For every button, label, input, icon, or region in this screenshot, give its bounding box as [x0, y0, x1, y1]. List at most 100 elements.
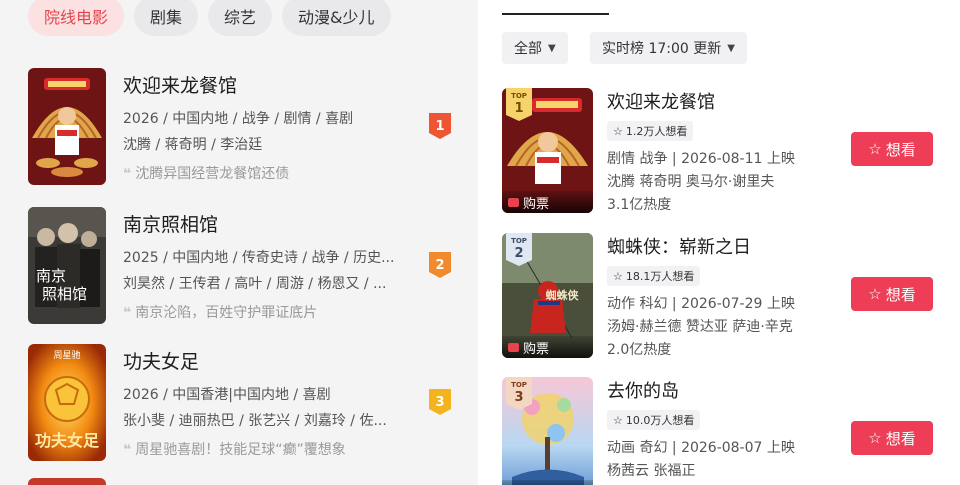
movie-list-item[interactable]: 欢迎来龙餐馆 2026 / 中国内地 / 战争 / 剧情 / 喜剧 沈腾 / 蒋…: [28, 68, 468, 186]
ranking-list-item[interactable]: TOP 3 购票 去你的岛 ☆ 10.0万人想看 动画 奇幻 | 2026-08…: [502, 377, 952, 485]
want-button-label: 想看: [885, 429, 916, 448]
buy-label: 购票: [523, 341, 550, 357]
category-tabs: 院线电影 剧集 综艺 动漫&少儿: [28, 0, 391, 40]
movie-tagline: ❝ 南京沦陷，百姓守护罪证底片: [123, 302, 317, 322]
movie-tagline: ❝ 沈腾异国经营龙餐馆还债: [123, 163, 289, 183]
filter-realtime-dropdown[interactable]: 实时榜 17:00 更新 ▼: [590, 32, 747, 64]
top-label: TOP: [511, 237, 527, 245]
movie-meta: 2025 / 中国内地 / 传奇史诗 / 战争 / 历史...: [123, 250, 395, 266]
want-count: 1.2万人想看: [625, 125, 688, 138]
rank-badge: 3: [428, 388, 452, 416]
movie-cast: 杨茜云 张福正: [607, 463, 696, 479]
left-panel-hot-list: 院线电影 剧集 综艺 动漫&少儿 欢迎来龙餐馆 2026 / 中国内地 / 战争…: [0, 0, 478, 485]
want-button-label: 想看: [885, 140, 916, 159]
rank-badge: 1: [428, 112, 452, 140]
buy-ticket-button[interactable]: 购票: [502, 480, 593, 485]
movie-cast: 汤姆·赫兰德 赞达亚 萨迪·辛克: [607, 319, 793, 335]
tagline-text: 沈腾异国经营龙餐馆还债: [135, 166, 290, 182]
filter-realtime-label: 实时榜 17:00 更新: [602, 41, 722, 57]
movie-poster-partial: [28, 478, 106, 485]
rank-number: 1: [435, 119, 444, 134]
movie-genre-date: 动作 科幻 | 2026-07-29 上映: [607, 296, 795, 312]
want-count: 18.1万人想看: [625, 270, 695, 283]
movie-poster[interactable]: [28, 68, 106, 185]
star-outline-icon: ☆: [868, 285, 882, 303]
top-rank-badge: TOP 2: [506, 233, 532, 266]
top-rank-badge: TOP 1: [506, 88, 532, 121]
movie-meta: 2026 / 中国内地 / 战争 / 剧情 / 喜剧: [123, 111, 354, 127]
top-label: TOP: [511, 92, 527, 100]
rank-number: 3: [435, 395, 444, 410]
want-to-watch-button[interactable]: ☆ 想看: [851, 421, 933, 455]
svg-text:照相馆: 照相馆: [42, 285, 87, 303]
want-count: 10.0万人想看: [625, 414, 695, 427]
top-rank-number: 3: [514, 390, 523, 405]
rank-badge: 2: [428, 251, 452, 279]
star-outline-icon: ☆: [868, 429, 882, 447]
right-panel-ranking: 全部 ▼ 实时榜 17:00 更新 ▼ TOP 1 购票 欢迎来龙餐馆 ☆ 1.…: [478, 0, 960, 485]
movie-title[interactable]: 去你的岛: [607, 377, 679, 403]
movie-title[interactable]: 功夫女足: [123, 347, 199, 374]
top-rank-number: 1: [514, 101, 523, 116]
movie-title[interactable]: 南京照相馆: [123, 210, 218, 237]
movie-title[interactable]: 欢迎来龙餐馆: [607, 88, 715, 114]
star-outline-icon: ☆: [613, 413, 623, 427]
movie-heat: 2.0亿热度: [607, 342, 672, 358]
want-count-badge: ☆ 1.2万人想看: [607, 121, 694, 141]
star-outline-icon: ☆: [613, 269, 623, 283]
ranking-list-item[interactable]: TOP 1 购票 欢迎来龙餐馆 ☆ 1.2万人想看 剧情 战争 | 2026-0…: [502, 88, 952, 218]
caret-down-icon: ▼: [727, 42, 735, 54]
movie-cast: 刘昊然 / 王传君 / 高叶 / 周游 / 杨恩又 / ...: [123, 276, 387, 292]
tab-anime-kids[interactable]: 动漫&少儿: [282, 0, 391, 36]
movie-cast: 沈腾 蒋奇明 奥马尔·谢里夫: [607, 174, 775, 190]
want-count-badge: ☆ 18.1万人想看: [607, 266, 701, 286]
star-outline-icon: ☆: [868, 140, 882, 158]
filter-all-label: 全部: [514, 41, 542, 57]
top-rank-number: 2: [514, 246, 523, 261]
movie-tagline: ❝ 周星驰喜剧！技能足球“癫”覆想象: [123, 439, 346, 459]
svg-text:功夫女足: 功夫女足: [35, 431, 100, 450]
movie-list-item[interactable]: 周星驰 功夫女足 功夫女足 2026 / 中国香港|中国内地 / 喜剧 张小斐 …: [28, 344, 468, 462]
quote-icon: ❝: [123, 305, 131, 321]
svg-text:周星驰: 周星驰: [53, 349, 80, 361]
star-outline-icon: ☆: [613, 124, 623, 138]
movie-title[interactable]: 欢迎来龙餐馆: [123, 71, 237, 98]
movie-poster[interactable]: TOP 1 购票: [502, 88, 593, 213]
tab-theatrical-movies[interactable]: 院线电影: [28, 0, 125, 36]
want-button-label: 想看: [885, 285, 916, 304]
ticket-icon: [508, 342, 519, 352]
movie-list-item[interactable]: 南京 照相馆 南京照相馆 2025 / 中国内地 / 传奇史诗 / 战争 / 历…: [28, 207, 468, 325]
want-to-watch-button[interactable]: ☆ 想看: [851, 132, 933, 166]
movie-poster[interactable]: 蜘蛛侠 TOP 2 购票: [502, 233, 593, 358]
movie-cast: 张小斐 / 迪丽热巴 / 张艺兴 / 刘嘉玲 / 佐...: [123, 413, 387, 429]
movie-title[interactable]: 蜘蛛侠：崭新之日: [607, 233, 751, 259]
movie-poster[interactable]: 南京 照相馆: [28, 207, 106, 324]
top-label: TOP: [511, 381, 527, 389]
quote-icon: ❝: [123, 166, 131, 182]
ranking-list-item[interactable]: 蜘蛛侠 TOP 2 购票 蜘蛛侠：崭新之日 ☆ 18.1万人想看 动作 科幻 |…: [502, 233, 952, 363]
quote-icon: ❝: [123, 442, 131, 458]
movie-cast: 沈腾 / 蒋奇明 / 李治廷: [123, 137, 263, 153]
tab-variety[interactable]: 综艺: [208, 0, 273, 36]
caret-down-icon: ▼: [548, 42, 556, 54]
svg-text:蜘蛛侠: 蜘蛛侠: [546, 288, 580, 302]
svg-text:南京: 南京: [36, 267, 66, 285]
tab-series[interactable]: 剧集: [134, 0, 199, 36]
movie-meta: 2026 / 中国香港|中国内地 / 喜剧: [123, 387, 331, 403]
movie-genre-date: 剧情 战争 | 2026-08-11 上映: [607, 151, 795, 167]
movie-poster[interactable]: TOP 3 购票: [502, 377, 593, 485]
top-rank-badge: TOP 3: [506, 377, 532, 410]
tab-indicator: [502, 13, 609, 15]
filter-all-dropdown[interactable]: 全部 ▼: [502, 32, 568, 64]
buy-label: 购票: [523, 482, 549, 485]
movie-genre-date: 动画 奇幻 | 2026-08-07 上映: [607, 440, 795, 456]
movie-heat: 3.1亿热度: [607, 197, 672, 213]
movie-poster[interactable]: 周星驰 功夫女足: [28, 344, 106, 461]
buy-ticket-button[interactable]: 购票: [502, 336, 593, 358]
buy-label: 购票: [523, 196, 550, 212]
want-to-watch-button[interactable]: ☆ 想看: [851, 277, 933, 311]
tagline-text: 周星驰喜剧！技能足球“癫”覆想象: [135, 442, 346, 458]
tagline-text: 南京沦陷，百姓守护罪证底片: [135, 305, 318, 321]
buy-ticket-button[interactable]: 购票: [502, 191, 593, 213]
want-count-badge: ☆ 10.0万人想看: [607, 410, 701, 430]
